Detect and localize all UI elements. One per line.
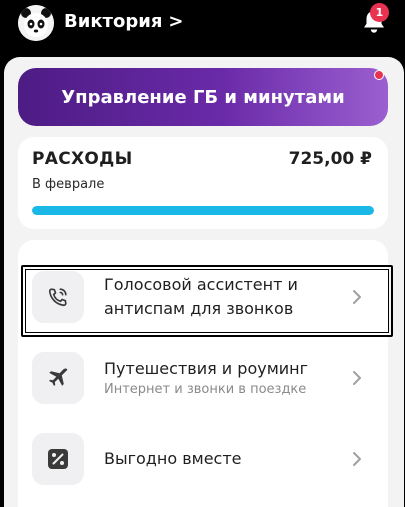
promo-label: Управление ГБ и минутами <box>61 86 345 108</box>
manage-gb-minutes-button[interactable]: Управление ГБ и минутами <box>18 68 388 126</box>
notification-badge: 1 <box>370 3 389 22</box>
service-text: Путешествия и роуминг Интернет и звонки … <box>104 357 348 399</box>
service-item-voice-assistant[interactable]: Голосовой ассистент и антиспам для звонк… <box>18 256 388 338</box>
service-title-line1: Голосовой ассистент и <box>104 275 298 294</box>
service-title: Выгодно вместе <box>104 449 242 468</box>
profile-link[interactable]: Виктория > <box>64 11 184 32</box>
service-text: Выгодно вместе <box>104 447 348 471</box>
expenses-progress-fill <box>32 206 374 215</box>
expenses-progress-track <box>32 206 374 215</box>
expenses-period: В феврале <box>32 177 105 192</box>
chevron-right-icon: > <box>168 11 184 32</box>
service-item-better-together[interactable]: Выгодно вместе <box>18 418 388 500</box>
panda-icon <box>18 5 54 41</box>
airplane-icon <box>32 352 84 404</box>
expenses-amount: 725,00 ₽ <box>288 149 372 169</box>
percent-tag-icon <box>32 433 84 485</box>
top-bar: Виктория > 1 <box>0 0 405 52</box>
promo-indicator-dot <box>374 70 384 80</box>
expenses-card[interactable]: РАСХОДЫ 725,00 ₽ В феврале <box>18 137 388 229</box>
phone-assistant-icon <box>32 271 84 323</box>
service-subtitle: Интернет и звонки в поездке <box>104 382 307 397</box>
service-item-travel-roaming[interactable]: Путешествия и роуминг Интернет и звонки … <box>18 337 388 419</box>
expenses-title: РАСХОДЫ <box>32 149 133 169</box>
chevron-right-icon <box>348 289 366 305</box>
service-title-line2: антиспам для звонков <box>104 299 294 318</box>
service-text: Голосовой ассистент и антиспам для звонк… <box>104 273 348 321</box>
chevron-right-icon <box>348 370 366 386</box>
service-title: Путешествия и роуминг <box>104 359 309 378</box>
user-name: Виктория <box>64 11 163 32</box>
chevron-right-icon <box>348 451 366 467</box>
avatar[interactable] <box>18 5 54 41</box>
